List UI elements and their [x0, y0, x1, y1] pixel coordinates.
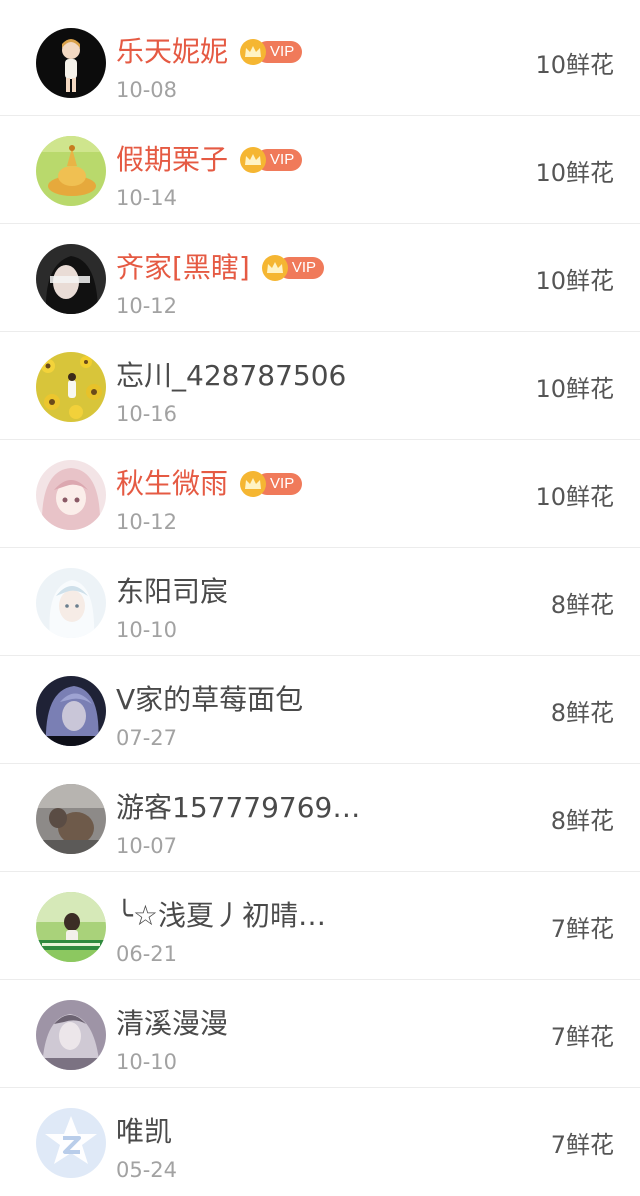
flower-count: 10鲜花 — [535, 483, 614, 511]
avatar[interactable] — [36, 136, 106, 206]
user-name[interactable]: 唯凯 — [116, 1112, 172, 1152]
user-name[interactable]: 秋生微雨 — [116, 464, 228, 504]
list-item[interactable]: 清溪漫漫 10-10 7鲜花 — [0, 980, 640, 1088]
date: 07-27 — [116, 726, 178, 750]
user-name[interactable]: 乐天妮妮 — [116, 32, 228, 72]
date: 10-10 — [116, 618, 178, 642]
flower-count: 10鲜花 — [535, 267, 614, 295]
flower-ranking-list: 乐天妮妮 VIP 10-08 10鲜花 假期栗子 VIP 10-14 10鲜花 … — [0, 0, 640, 1192]
date: 06-21 — [116, 942, 178, 966]
crown-icon — [261, 255, 288, 281]
date: 10-14 — [116, 186, 178, 210]
crown-icon — [240, 147, 267, 173]
date: 10-08 — [116, 78, 178, 102]
date: 10-07 — [116, 834, 178, 858]
avatar[interactable] — [36, 676, 106, 746]
flower-count: 10鲜花 — [535, 375, 614, 403]
user-name[interactable]: 游客157779769… — [116, 788, 360, 828]
vip-badge: VIP — [240, 147, 303, 173]
avatar[interactable] — [36, 1000, 106, 1070]
list-item[interactable]: 游客157779769… 10-07 8鲜花 — [0, 764, 640, 872]
list-item[interactable]: V家的草莓面包 07-27 8鲜花 — [0, 656, 640, 764]
name-line: 秋生微雨 VIP — [116, 464, 303, 504]
list-item[interactable]: 假期栗子 VIP 10-14 10鲜花 — [0, 116, 640, 224]
list-item[interactable]: 忘川_428787506 10-16 10鲜花 — [0, 332, 640, 440]
list-item[interactable]: 乐天妮妮 VIP 10-08 10鲜花 — [0, 8, 640, 116]
avatar[interactable] — [36, 244, 106, 314]
name-line: 齐家[黑瞎] VIP — [116, 248, 325, 288]
name-line: 东阳司宸 — [116, 572, 228, 612]
crown-icon — [240, 471, 267, 497]
vip-badge: VIP — [240, 39, 303, 65]
user-name[interactable]: 东阳司宸 — [116, 572, 228, 612]
user-name[interactable]: 忘川_428787506 — [116, 356, 346, 396]
name-line: 忘川_428787506 — [116, 356, 346, 396]
list-item[interactable]: 齐家[黑瞎] VIP 10-12 10鲜花 — [0, 224, 640, 332]
user-name[interactable]: 齐家[黑瞎] — [116, 248, 250, 288]
name-line: ╰☆浅夏丿初晴… — [116, 896, 326, 936]
list-item[interactable]: 唯凯 05-24 7鲜花 — [0, 1088, 640, 1196]
avatar[interactable] — [36, 784, 106, 854]
name-line: 假期栗子 VIP — [116, 140, 303, 180]
date: 10-12 — [116, 294, 178, 318]
name-line: 乐天妮妮 VIP — [116, 32, 303, 72]
user-name[interactable]: ╰☆浅夏丿初晴… — [116, 896, 326, 936]
avatar[interactable] — [36, 892, 106, 962]
user-name[interactable]: 清溪漫漫 — [116, 1004, 228, 1044]
name-line: V家的草莓面包 — [116, 680, 303, 720]
avatar[interactable] — [36, 28, 106, 98]
avatar[interactable] — [36, 1108, 106, 1178]
user-name[interactable]: V家的草莓面包 — [116, 680, 303, 720]
list-item[interactable]: 东阳司宸 10-10 8鲜花 — [0, 548, 640, 656]
user-name[interactable]: 假期栗子 — [116, 140, 228, 180]
vip-badge: VIP — [261, 255, 325, 281]
list-item[interactable]: 秋生微雨 VIP 10-12 10鲜花 — [0, 440, 640, 548]
date: 10-10 — [116, 1050, 178, 1074]
flower-count: 7鲜花 — [550, 1131, 614, 1159]
date: 10-12 — [116, 510, 178, 534]
crown-icon — [240, 39, 267, 65]
list-item[interactable]: ╰☆浅夏丿初晴… 06-21 7鲜花 — [0, 872, 640, 980]
date: 10-16 — [116, 402, 178, 426]
flower-count: 10鲜花 — [535, 51, 614, 79]
flower-count: 8鲜花 — [550, 699, 614, 727]
flower-count: 7鲜花 — [550, 915, 614, 943]
flower-count: 8鲜花 — [550, 591, 614, 619]
avatar[interactable] — [36, 352, 106, 422]
flower-count: 7鲜花 — [550, 1023, 614, 1051]
name-line: 唯凯 — [116, 1112, 172, 1152]
avatar[interactable] — [36, 568, 106, 638]
name-line: 清溪漫漫 — [116, 1004, 228, 1044]
flower-count: 8鲜花 — [550, 807, 614, 835]
date: 05-24 — [116, 1158, 178, 1182]
avatar[interactable] — [36, 460, 106, 530]
flower-count: 10鲜花 — [535, 159, 614, 187]
vip-badge: VIP — [240, 471, 303, 497]
name-line: 游客157779769… — [116, 788, 360, 828]
